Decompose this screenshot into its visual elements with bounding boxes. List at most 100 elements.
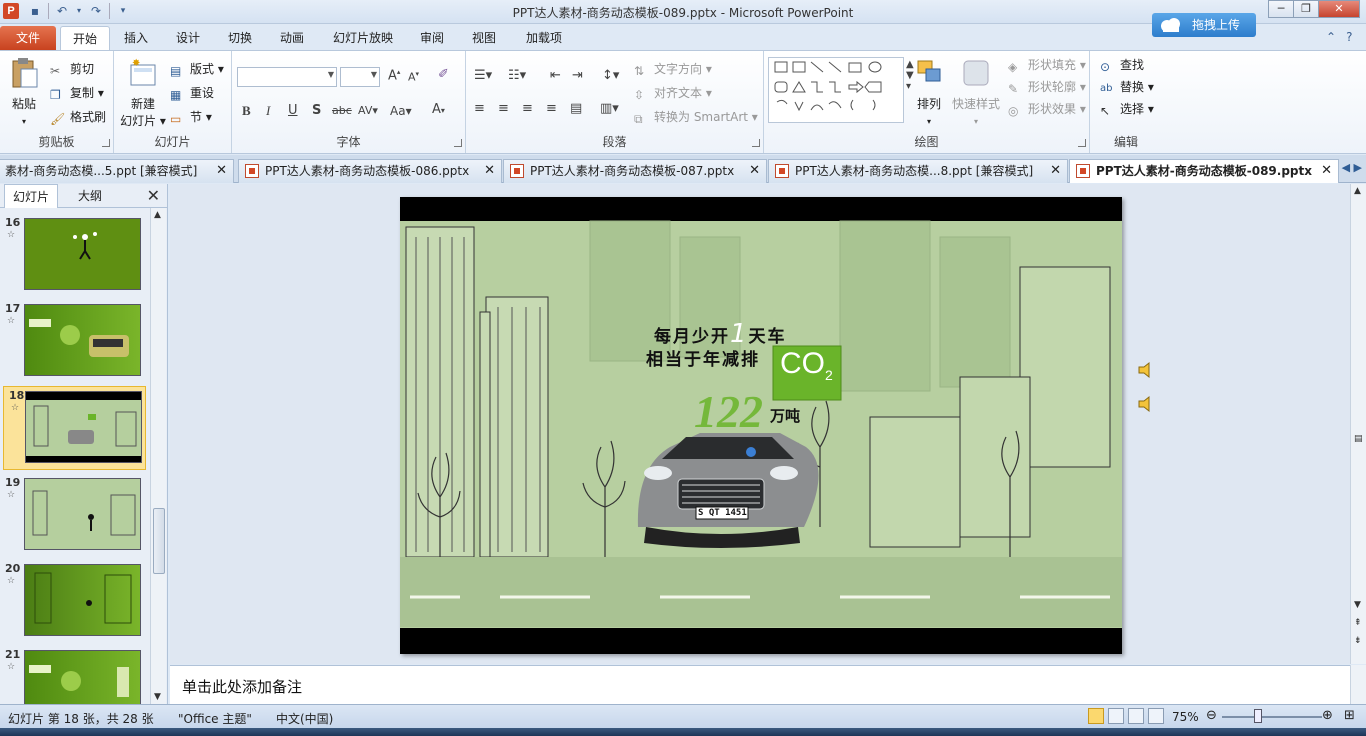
align-left-icon[interactable]: ≡	[474, 101, 485, 116]
font-size-dropdown[interactable]: ▼	[340, 67, 380, 87]
decrease-indent-icon[interactable]: ⇤	[550, 68, 561, 83]
close-icon[interactable]: ✕	[1321, 160, 1332, 182]
previous-slide-icon[interactable]: ⇞	[1354, 618, 1362, 628]
zoom-level[interactable]: 75%	[1172, 710, 1199, 724]
tab-design[interactable]: 设计	[166, 26, 210, 50]
zoom-slider-thumb[interactable]	[1254, 709, 1262, 723]
line-spacing-icon[interactable]: ↕▾	[602, 68, 619, 83]
fit-to-window-icon[interactable]: ⊞	[1344, 708, 1355, 723]
italic-icon[interactable]: I	[266, 103, 270, 119]
layout-button[interactable]: ▤ 版式 ▾	[170, 59, 224, 79]
shadow-icon[interactable]: S	[312, 103, 321, 118]
find-button[interactable]: ⊙ 查找	[1100, 55, 1144, 75]
scroll-up-icon[interactable]: ▲	[154, 210, 161, 220]
numbering-icon[interactable]: ☷▾	[508, 68, 526, 83]
slide-sorter-view-icon[interactable]	[1108, 708, 1124, 724]
slide-scrollbar[interactable]: ▲ ▤ ▼ ⇞ ⇟	[1350, 184, 1366, 664]
strikethrough-icon[interactable]: abc	[332, 104, 352, 117]
zoom-slider[interactable]	[1222, 716, 1322, 718]
speaker-icon[interactable]	[1136, 360, 1156, 380]
tab-file[interactable]: 文件	[0, 26, 56, 50]
tab-scroll-arrows[interactable]: ◀ ▶	[1342, 161, 1362, 174]
slideshow-view-icon[interactable]	[1148, 708, 1164, 724]
slide-editing-area[interactable]: 每月少开1天车 相当于年减排 CO2 122 万吨 S QT 1451	[170, 184, 1350, 664]
doc-tab[interactable]: PPT达人素材-商务动态模板-087.pptx ✕	[503, 159, 767, 183]
tab-home[interactable]: 开始	[60, 26, 110, 50]
scroll-down-icon[interactable]: ▼	[1354, 600, 1361, 610]
justify-icon[interactable]: ≡	[546, 101, 557, 116]
cut-button[interactable]: ✂ 剪切	[50, 59, 94, 79]
align-text-button[interactable]: ⇳ 对齐文本 ▾	[634, 83, 712, 103]
tab-slides[interactable]: 幻灯片	[4, 184, 58, 208]
font-name-dropdown[interactable]: ▼	[237, 67, 337, 87]
upload-button[interactable]: 拖拽上传	[1152, 13, 1256, 37]
dialog-launcher-icon[interactable]	[102, 139, 110, 147]
format-painter-button[interactable]: 🖌 格式刷	[50, 107, 106, 127]
tab-animations[interactable]: 动画	[270, 26, 314, 50]
doc-tab[interactable]: PPT达人素材-商务动态模...8.ppt [兼容模式] ✕	[768, 159, 1068, 183]
notes-scrollbar[interactable]	[1350, 665, 1366, 704]
scroll-up-icon[interactable]: ▲	[1354, 186, 1361, 196]
scrollbar-thumb[interactable]	[153, 508, 165, 574]
thumbnail-scrollbar[interactable]: ▲ ▼	[150, 208, 166, 704]
slide-thumbnail[interactable]: 16 ☆	[0, 214, 150, 298]
align-center-icon[interactable]: ≡	[498, 101, 509, 116]
reading-view-icon[interactable]	[1128, 708, 1144, 724]
speaker-icon[interactable]	[1136, 394, 1156, 414]
shape-fill-button[interactable]: ◈ 形状填充 ▾	[1008, 55, 1086, 75]
help-icon[interactable]: ?	[1346, 30, 1352, 44]
smartart-button[interactable]: ⧉ 转换为 SmartArt ▾	[634, 107, 758, 127]
shape-effects-button[interactable]: ◎ 形状效果 ▾	[1008, 99, 1086, 119]
select-button[interactable]: ↖ 选择 ▾	[1100, 99, 1154, 119]
slide-canvas[interactable]: 每月少开1天车 相当于年减排 CO2 122 万吨 S QT 1451	[400, 197, 1122, 654]
tab-addins[interactable]: 加载项	[516, 26, 572, 50]
bold-icon[interactable]: B	[242, 103, 251, 119]
minimize-button[interactable]: ─	[1268, 0, 1294, 18]
close-icon[interactable]: ✕	[147, 186, 160, 205]
slide-thumbnail[interactable]: 17 ☆	[0, 300, 150, 384]
tab-view[interactable]: 视图	[462, 26, 506, 50]
dialog-launcher-icon[interactable]	[1078, 139, 1086, 147]
close-icon[interactable]: ✕	[749, 160, 760, 182]
distributed-icon[interactable]: ▤	[570, 101, 582, 116]
text-direction-button[interactable]: ⇅ 文字方向 ▾	[634, 59, 712, 79]
columns-icon[interactable]: ▥▾	[600, 101, 619, 116]
zoom-out-icon[interactable]: ⊖	[1206, 708, 1217, 723]
tab-slideshow[interactable]: 幻灯片放映	[326, 26, 400, 50]
next-slide-icon[interactable]: ⇟	[1354, 636, 1362, 646]
notes-placeholder[interactable]: 单击此处添加备注	[182, 676, 302, 697]
new-slide-button[interactable]: ✸ 新建 幻灯片 ▾	[118, 57, 168, 130]
shapes-gallery[interactable]	[768, 57, 904, 123]
close-icon[interactable]: ✕	[484, 160, 495, 182]
slide-thumbnail-selected[interactable]: 18 ☆	[3, 386, 146, 470]
shrink-font-icon[interactable]: A▾	[408, 70, 419, 84]
clear-formatting-icon[interactable]: ✐	[438, 67, 449, 82]
close-button[interactable]: ✕	[1318, 0, 1360, 18]
scrollbar-thumb[interactable]: ▤	[1354, 434, 1363, 444]
align-right-icon[interactable]: ≡	[522, 101, 533, 116]
reset-button[interactable]: ▦ 重设	[170, 83, 214, 103]
dialog-launcher-icon[interactable]	[454, 139, 462, 147]
increase-indent-icon[interactable]: ⇥	[572, 68, 583, 83]
tab-outline[interactable]: 大纲	[62, 184, 118, 208]
scroll-down-icon[interactable]: ▼	[154, 692, 161, 702]
collapse-ribbon-icon[interactable]: ⌃	[1326, 30, 1336, 44]
arrange-button[interactable]: 排列 ▾	[910, 57, 948, 130]
paste-button[interactable]: 粘贴 ▾	[6, 57, 42, 130]
section-button[interactable]: ▭ 节 ▾	[170, 107, 212, 127]
change-case-icon[interactable]: Aa▾	[390, 104, 412, 118]
language-indicator[interactable]: 中文(中国)	[276, 710, 333, 727]
doc-tab[interactable]: PPT达人素材-商务动态模板-086.pptx ✕	[238, 159, 502, 183]
restore-button[interactable]: ❐	[1293, 0, 1319, 18]
shape-outline-button[interactable]: ✎ 形状轮廓 ▾	[1008, 77, 1086, 97]
replace-button[interactable]: ab 替换 ▾	[1100, 77, 1154, 97]
quick-styles-button[interactable]: 快速样式 ▾	[950, 57, 1002, 130]
doc-tab[interactable]: 素材-商务动态模...5.ppt [兼容模式] ✕	[0, 159, 234, 183]
slide-thumbnail[interactable]: 20 ☆	[0, 560, 150, 644]
grow-font-icon[interactable]: A▴	[388, 68, 400, 83]
character-spacing-icon[interactable]: AV▾	[358, 104, 378, 117]
bullets-icon[interactable]: ☰▾	[474, 68, 492, 83]
notes-pane[interactable]: 单击此处添加备注	[170, 665, 1350, 704]
normal-view-icon[interactable]	[1088, 708, 1104, 724]
dialog-launcher-icon[interactable]	[752, 139, 760, 147]
